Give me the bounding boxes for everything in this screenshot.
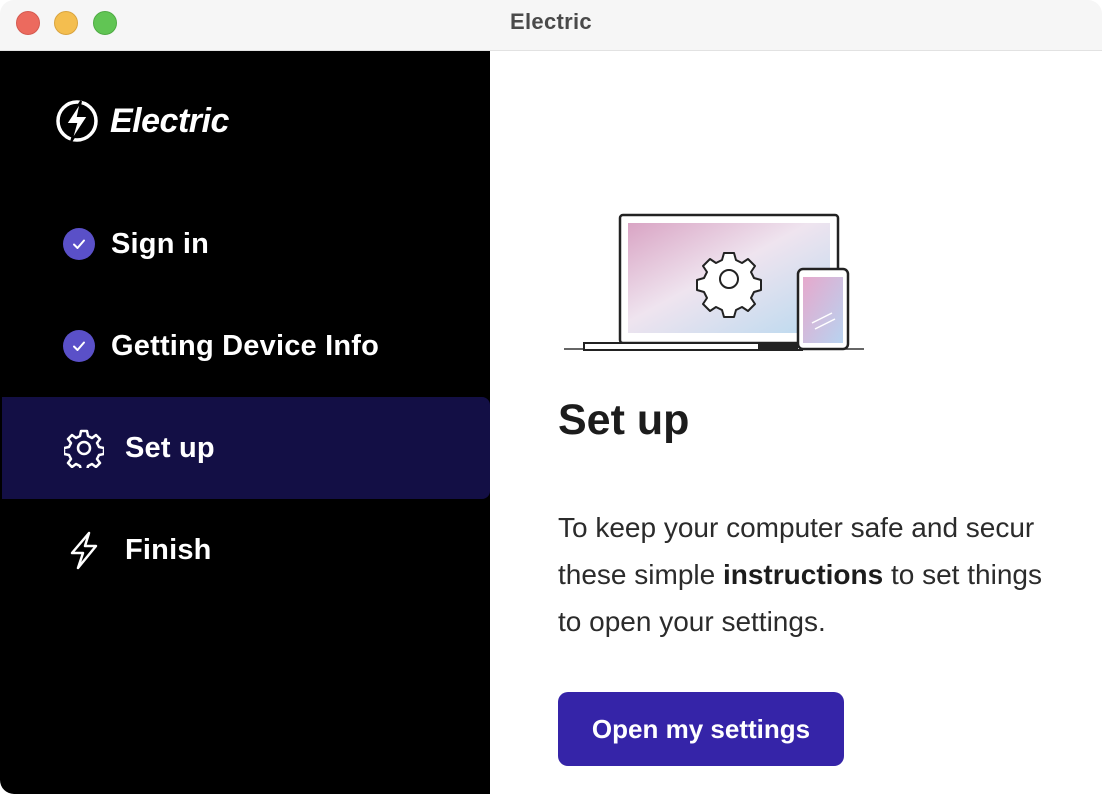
title-bar: Electric xyxy=(0,0,1102,51)
step-getting-device-info: Getting Device Info xyxy=(2,295,490,397)
instructions-emphasis: instructions xyxy=(722,559,884,590)
sidebar: Electric Sign in Getting Device Info Set… xyxy=(0,51,490,794)
lightning-logo-icon xyxy=(56,100,98,143)
laptop-phone-illustration xyxy=(562,211,867,361)
main-content: Set up To keep your computer safe and se… xyxy=(490,51,1102,794)
gear-icon xyxy=(64,428,104,468)
instructions-line-3: to open your settings. xyxy=(558,606,826,637)
window-title: Electric xyxy=(510,9,592,34)
check-icon xyxy=(63,228,95,260)
open-settings-button[interactable]: Open my settings xyxy=(558,692,844,766)
instructions-line-2-start: these simple xyxy=(558,559,723,590)
step-set-up: Set up xyxy=(2,397,490,499)
step-label: Set up xyxy=(125,431,215,464)
instructions-line-1: To keep your computer safe and secur xyxy=(558,512,1035,543)
brand-name: Electric xyxy=(110,101,229,140)
app-window: Electric Electric Sign in Getting Device… xyxy=(0,0,1102,794)
brand-logo: Electric xyxy=(54,95,229,147)
step-label: Getting Device Info xyxy=(111,329,380,362)
instructions-text: To keep your computer safe and secur the… xyxy=(558,504,1102,645)
step-label: Sign in xyxy=(111,227,210,260)
page-heading: Set up xyxy=(558,396,690,444)
step-finish: Finish xyxy=(2,499,490,601)
instructions-line-2: these simple instructions to set things xyxy=(558,551,1102,598)
step-sign-in: Sign in xyxy=(2,193,490,295)
check-icon xyxy=(63,330,95,362)
step-label: Finish xyxy=(125,533,212,566)
instructions-line-2-end: to set things xyxy=(883,559,1042,590)
lightning-icon xyxy=(64,530,104,570)
